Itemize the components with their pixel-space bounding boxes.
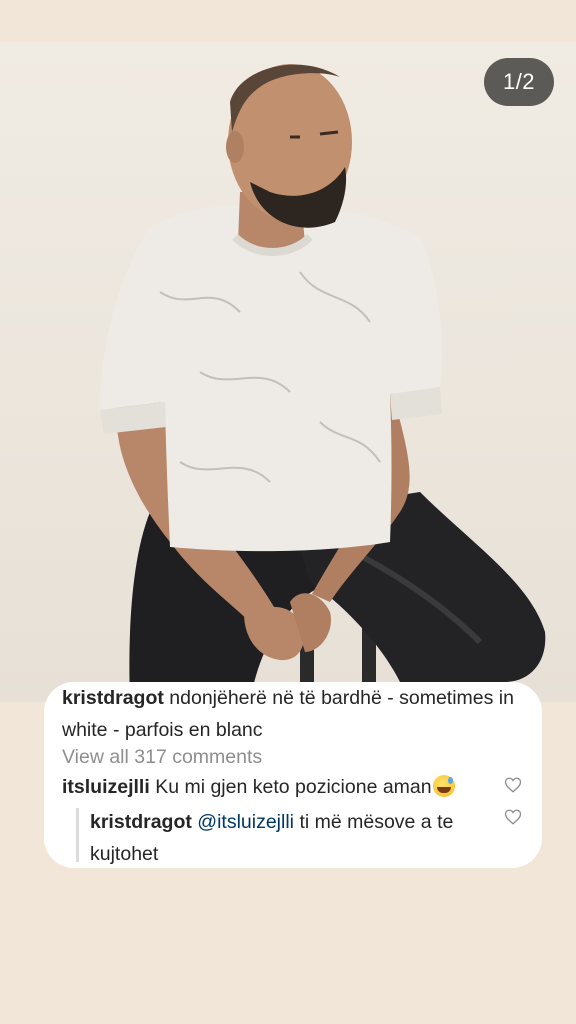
- post-comments-card[interactable]: kristdragot ndonjëherë në të bardhë - so…: [44, 682, 542, 868]
- story-photo: [0, 42, 576, 702]
- reply-username[interactable]: kristdragot: [90, 811, 192, 833]
- reply-mention[interactable]: @itsluizejlli: [197, 811, 294, 833]
- post-caption: kristdragot ndonjëherë në të bardhë - so…: [62, 682, 522, 746]
- sweat-smile-emoji-icon: [432, 775, 455, 797]
- like-comment-heart-icon[interactable]: [504, 776, 522, 794]
- comment: itsluizejlli Ku mi gjen keto pozicione a…: [62, 772, 502, 802]
- caption-username[interactable]: kristdragot: [62, 687, 164, 709]
- reply-thread-line: [76, 808, 79, 862]
- reply-comment: kristdragot @itsluizejlli ti më mësove a…: [90, 806, 490, 870]
- view-all-comments-link[interactable]: View all 317 comments: [62, 742, 262, 772]
- comment-username[interactable]: itsluizejlli: [62, 776, 150, 798]
- story-viewer: 1/2 kristdragot ndonjëherë në të bardhë …: [0, 0, 576, 1024]
- story-counter: 1/2: [484, 58, 554, 106]
- comment-text: Ku mi gjen keto pozicione aman: [155, 776, 432, 798]
- like-reply-heart-icon[interactable]: [504, 808, 522, 826]
